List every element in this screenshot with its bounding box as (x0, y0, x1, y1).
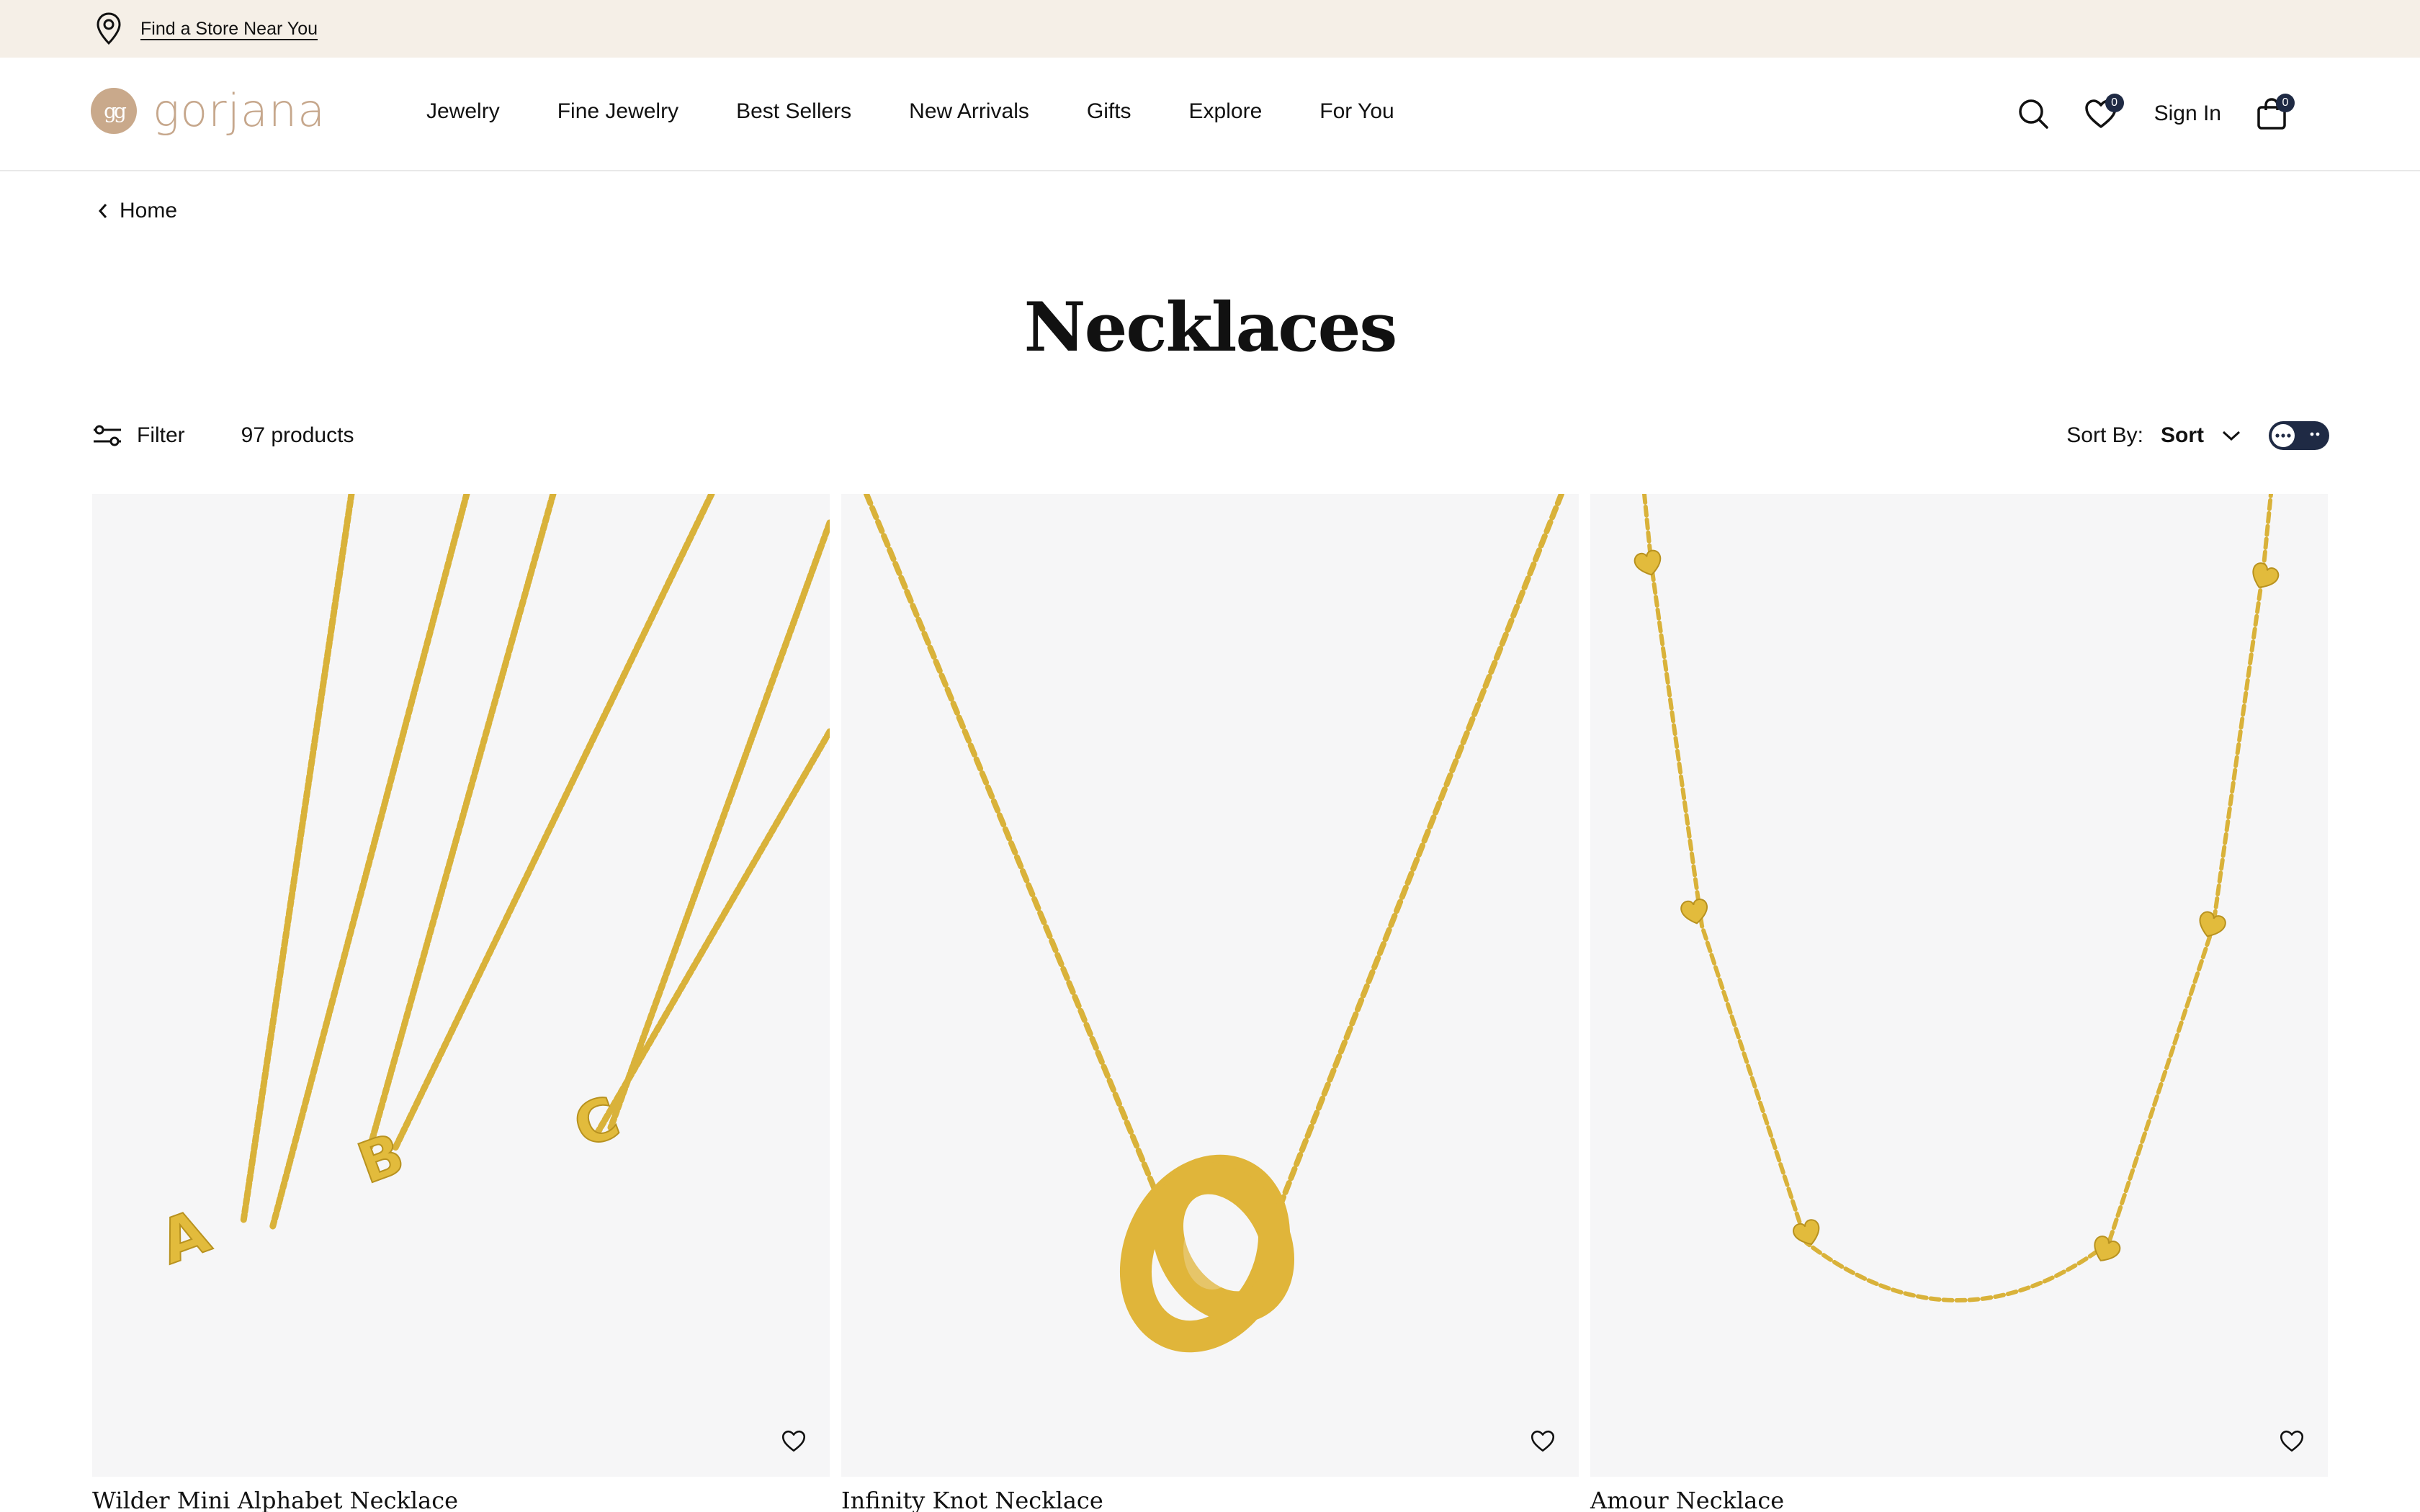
gorjana-logo[interactable]: gg gorjana (91, 88, 326, 134)
product-grid: A B C Wilder Mini Alphabet Necklace Infi… (92, 494, 2328, 1512)
product-name[interactable]: Amour Necklace (1590, 1487, 2328, 1512)
breadcrumb[interactable]: Home (98, 199, 177, 223)
sign-in-link[interactable]: Sign In (2154, 102, 2221, 126)
grid-dots-icon (2309, 428, 2321, 440)
product-count: 97 products (241, 423, 354, 447)
amour-necklace-image (1634, 494, 2280, 1302)
site-header: gg gorjana Jewelry Fine Jewelry Best Sel… (0, 58, 2420, 171)
sort-by-label: Sort By: (2066, 423, 2143, 447)
add-to-wishlist-heart-icon[interactable] (778, 1425, 810, 1457)
product-card[interactable]: Amour Necklace (1590, 494, 2328, 1512)
logo-text: gorjana (153, 84, 326, 137)
logo-mark: gg (91, 88, 137, 134)
svg-text:A: A (151, 1196, 219, 1278)
infinity-knot-necklace-image (864, 494, 1564, 1353)
add-to-wishlist-heart-icon[interactable] (1527, 1425, 1559, 1457)
breadcrumb-home[interactable]: Home (120, 199, 177, 223)
alphabet-necklace-image: A B C (150, 494, 830, 1279)
main-nav: Jewelry Fine Jewelry Best Sellers New Ar… (426, 99, 1452, 124)
product-name[interactable]: Infinity Knot Necklace (841, 1487, 1579, 1512)
product-image[interactable] (1590, 494, 2328, 1477)
product-card[interactable]: A B C Wilder Mini Alphabet Necklace (92, 494, 830, 1512)
nav-jewelry[interactable]: Jewelry (426, 99, 500, 124)
filter-sliders-icon (92, 421, 124, 450)
filter-label: Filter (137, 423, 185, 447)
listing-toolbar: Filter 97 products Sort By: Sort (92, 419, 2329, 452)
wishlist-button[interactable]: 0 (2081, 94, 2124, 134)
add-to-wishlist-heart-icon[interactable] (2276, 1425, 2308, 1457)
product-card[interactable]: Infinity Knot Necklace (841, 494, 1579, 1512)
sort-control: Sort By: Sort (2066, 421, 2329, 450)
toggle-knob (2272, 424, 2295, 447)
nav-best-sellers[interactable]: Best Sellers (736, 99, 851, 124)
nav-explore[interactable]: Explore (1189, 99, 1263, 124)
location-pin-icon[interactable] (93, 10, 125, 48)
chevron-left-icon (98, 202, 108, 220)
view-toggle[interactable] (2269, 421, 2329, 450)
filter-button[interactable]: Filter (92, 421, 185, 450)
find-store-link[interactable]: Find a Store Near You (140, 19, 318, 40)
nav-fine-jewelry[interactable]: Fine Jewelry (557, 99, 678, 124)
product-image[interactable]: A B C (92, 494, 830, 1477)
chevron-down-icon[interactable] (2221, 430, 2241, 441)
nav-new-arrivals[interactable]: New Arrivals (909, 99, 1029, 124)
sort-dropdown[interactable]: Sort (2161, 423, 2204, 448)
product-name[interactable]: Wilder Mini Alphabet Necklace (92, 1487, 830, 1512)
header-actions: 0 Sign In 0 (2013, 94, 2295, 134)
nav-gifts[interactable]: Gifts (1087, 99, 1131, 124)
store-locator-bar: Find a Store Near You (0, 0, 2420, 58)
page-title: Necklaces (1023, 288, 1398, 367)
nav-for-you[interactable]: For You (1319, 99, 1394, 124)
product-image[interactable] (841, 494, 1579, 1477)
wishlist-count-badge: 0 (2105, 94, 2124, 112)
cart-button[interactable]: 0 (2251, 94, 2295, 134)
cart-count-badge: 0 (2276, 94, 2295, 112)
search-icon[interactable] (2013, 94, 2053, 134)
